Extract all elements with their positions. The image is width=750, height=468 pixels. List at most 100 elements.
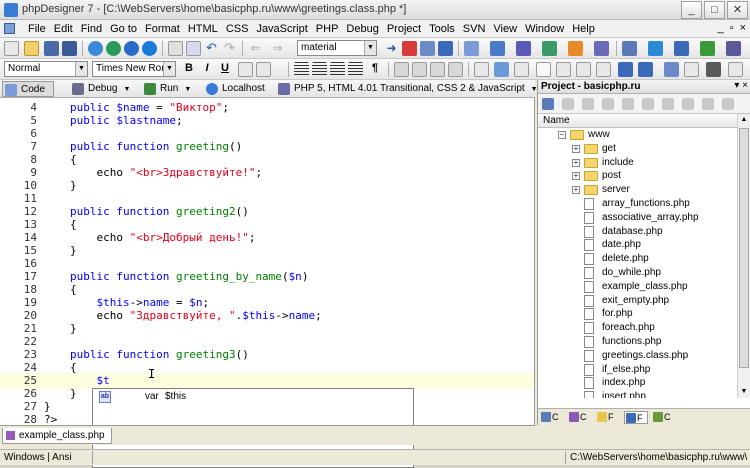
tab-clips[interactable]: C — [652, 411, 676, 424]
form-icon[interactable] — [514, 62, 529, 77]
menu-goto[interactable]: Go to — [106, 22, 141, 36]
style-combo[interactable]: Normal ▼ — [4, 61, 88, 77]
tab-example-class[interactable]: example_class.php — [2, 428, 112, 444]
minimize-button[interactable]: _ — [681, 1, 702, 19]
remove-icon[interactable] — [582, 98, 594, 110]
menu-css[interactable]: CSS — [222, 22, 253, 36]
menu-tools[interactable]: Tools — [425, 22, 459, 36]
add-icon[interactable] — [562, 98, 574, 110]
svn-icon[interactable] — [674, 41, 689, 56]
settings-icon[interactable] — [726, 41, 741, 56]
menu-edit[interactable]: Edit — [50, 22, 77, 36]
list-icon[interactable] — [394, 62, 409, 77]
layout-icon[interactable] — [464, 41, 479, 56]
plugin-icon[interactable] — [622, 41, 637, 56]
theme-combo[interactable]: material ▼ — [297, 40, 377, 56]
stop-icon[interactable] — [402, 41, 417, 56]
run-button[interactable]: Run ▼ — [142, 81, 191, 97]
save-all-icon[interactable] — [62, 41, 77, 56]
menu-view[interactable]: View — [489, 22, 521, 36]
bookmark-icon[interactable] — [438, 41, 453, 56]
refresh-icon[interactable] — [602, 98, 614, 110]
menu-html[interactable]: HTML — [184, 22, 222, 36]
comment-icon[interactable] — [596, 62, 611, 77]
table-icon[interactable] — [474, 62, 489, 77]
menu-window[interactable]: Window — [521, 22, 568, 36]
link-icon[interactable] — [638, 62, 653, 77]
project-scrollbar[interactable]: ▲ ▼ — [737, 114, 750, 398]
globe-settings-icon[interactable] — [648, 41, 663, 56]
autocomplete-item[interactable]: ab var $this — [93, 390, 413, 404]
justify-icon[interactable] — [348, 62, 363, 77]
code-view-button[interactable]: Code — [2, 81, 54, 97]
indent-icon[interactable] — [430, 62, 445, 77]
home-icon[interactable] — [722, 98, 734, 110]
bold-button[interactable]: B — [182, 62, 196, 74]
doc-minimize-button[interactable]: _ — [718, 22, 724, 34]
chevron-down-icon[interactable]: ▼ — [364, 41, 376, 55]
line-break-icon[interactable] — [684, 62, 699, 77]
menu-javascript[interactable]: JavaScript — [252, 22, 311, 36]
page-icon[interactable] — [536, 62, 551, 77]
paragraph-button[interactable]: ¶ — [368, 62, 382, 74]
align-right-icon[interactable] — [330, 62, 345, 77]
character-map-icon[interactable] — [728, 62, 743, 77]
tools-icon[interactable] — [516, 41, 531, 56]
image-icon[interactable] — [494, 62, 509, 77]
browser-preview-icon[interactable] — [88, 41, 103, 56]
chevron-down-icon[interactable]: ▼ — [75, 62, 87, 76]
font-icon[interactable] — [238, 62, 253, 77]
properties-icon[interactable] — [622, 98, 634, 110]
project-icon[interactable] — [542, 98, 554, 110]
redo-icon[interactable]: ↷ — [222, 41, 237, 56]
menu-file[interactable]: File — [24, 22, 50, 36]
scroll-thumb[interactable] — [739, 128, 749, 368]
copy-icon[interactable] — [186, 41, 201, 56]
chevron-down-icon[interactable]: ▼ — [163, 62, 175, 76]
close-button[interactable]: ✕ — [727, 1, 748, 19]
chevron-down-icon[interactable]: ▼ — [123, 86, 130, 93]
monitor-icon[interactable] — [490, 41, 505, 56]
document-icon[interactable] — [4, 23, 15, 34]
tab-file-browser[interactable]: F — [596, 411, 620, 424]
menu-find[interactable]: Find — [77, 22, 106, 36]
tab-class-browser[interactable]: C — [568, 411, 592, 424]
snippet-icon[interactable] — [420, 41, 435, 56]
italic-button[interactable]: I — [200, 62, 214, 74]
scroll-up-icon[interactable]: ▲ — [738, 114, 750, 126]
color-icon[interactable] — [664, 62, 679, 77]
numbered-list-icon[interactable] — [412, 62, 427, 77]
font-size-icon[interactable] — [256, 62, 271, 77]
menu-project[interactable]: Project — [383, 22, 425, 36]
up-folder-icon[interactable] — [702, 98, 714, 110]
doc-restore-button[interactable]: ▫ — [730, 22, 734, 34]
align-center-icon[interactable] — [312, 62, 327, 77]
web-icon[interactable] — [142, 41, 157, 56]
syntax-button[interactable]: PHP 5, HTML 4.01 Transitional, CSS 2 & J… — [276, 81, 538, 97]
debug-button[interactable]: Debug ▼ — [70, 81, 130, 97]
ftp-icon[interactable] — [568, 41, 583, 56]
panel-close-icon[interactable]: ▾ × — [734, 80, 748, 91]
open-icon[interactable] — [642, 98, 654, 110]
nbsp-icon[interactable] — [706, 62, 721, 77]
scroll-down-icon[interactable]: ▼ — [738, 386, 750, 398]
expand-icon[interactable]: + — [572, 144, 580, 153]
localhost-button[interactable]: Localhost — [204, 81, 265, 97]
anchor-icon[interactable] — [618, 62, 633, 77]
menu-debug[interactable]: Debug — [342, 22, 382, 36]
doc-close-button[interactable]: × — [740, 22, 746, 34]
tab-project[interactable]: F — [624, 411, 648, 424]
underline-button[interactable]: U — [218, 62, 232, 74]
undo-icon[interactable]: ↶ — [204, 41, 219, 56]
menu-format[interactable]: Format — [141, 22, 184, 36]
div-icon[interactable] — [556, 62, 571, 77]
code-editor[interactable]: 4 public $name = "Виктор"; 5 public $lastna… — [0, 98, 535, 425]
copy-icon[interactable] — [682, 98, 694, 110]
open-folder-icon[interactable] — [24, 41, 39, 56]
new-folder-icon[interactable] — [662, 98, 674, 110]
maximize-button[interactable]: □ — [704, 1, 725, 19]
tab-code-explorer[interactable]: C — [540, 411, 564, 424]
database-icon[interactable] — [542, 41, 557, 56]
name-column-header[interactable]: Name — [538, 114, 738, 128]
back-icon[interactable]: ⇐ — [248, 41, 263, 56]
